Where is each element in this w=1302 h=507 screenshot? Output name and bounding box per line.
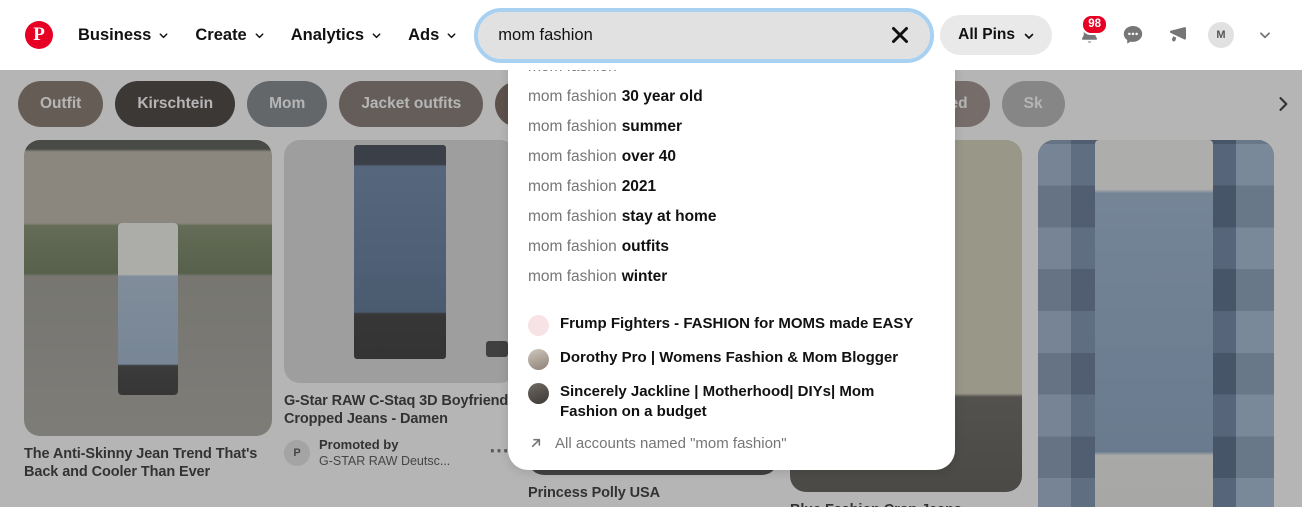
all-pins-dropdown[interactable]: All Pins	[940, 15, 1052, 55]
nav-label: Business	[78, 25, 152, 44]
pinterest-logo-icon[interactable]: P	[25, 21, 53, 49]
all-accounts-link[interactable]: All accounts named "mom fashion"	[508, 428, 955, 456]
suggestion-highlight: 2021	[621, 178, 657, 195]
divider	[508, 292, 955, 308]
avatar-frump-fighters	[528, 315, 549, 336]
nav-label: Create	[195, 25, 247, 44]
search-suggestion[interactable]: mom fashion 2021	[508, 172, 955, 202]
search-box[interactable]	[474, 7, 935, 63]
suggestion-highlight: summer	[621, 118, 682, 135]
search-suggestion[interactable]: mom fashion summer	[508, 112, 955, 142]
account-name: Dorothy Pro | Womens Fashion & Mom Blogg…	[560, 349, 899, 366]
avatar-sincerely-jackline	[528, 383, 549, 404]
suggestion-prefix: mom fashion	[528, 118, 617, 135]
suggestion-highlight: 30 year old	[621, 88, 703, 105]
megaphone-icon	[1169, 27, 1186, 42]
all-accounts-label: All accounts named "mom fashion"	[555, 434, 787, 452]
search-suggestion[interactable]: mom fashion over 40	[508, 142, 955, 172]
account-name: Frump Fighters - FASHION for MOMS made E…	[560, 315, 914, 332]
suggestion-prefix: mom fashion	[528, 88, 617, 105]
suggestion-highlight: outfits	[621, 238, 670, 255]
announcements-button[interactable]	[1156, 14, 1198, 56]
account-suggestion[interactable]: Dorothy Pro | Womens Fashion & Mom Blogg…	[508, 342, 955, 376]
nav-item-ads[interactable]: Ads	[395, 17, 470, 54]
search-input[interactable]	[498, 25, 889, 45]
nav-item-create[interactable]: Create	[182, 17, 277, 54]
messages-button[interactable]	[1112, 14, 1154, 56]
suggestion-highlight: winter	[621, 268, 668, 285]
pinterest-search-page: The Anti-Skinny Jean Trend That's Back a…	[0, 0, 1302, 507]
chevron-down-icon	[1023, 30, 1034, 41]
account-menu-button[interactable]	[1244, 14, 1286, 56]
suggestion-prefix: mom fashion	[528, 208, 617, 225]
notification-badge: 98	[1081, 14, 1108, 35]
suggestion-prefix: mom fashion	[528, 148, 617, 165]
chevron-down-icon	[371, 30, 382, 41]
top-navigation-bar: P Business Create Analytics Ads mom fash…	[0, 0, 1302, 70]
suggestion-highlight: stay at home	[621, 208, 717, 225]
chat-bubble-icon	[1123, 26, 1143, 44]
header-actions: All Pins 98 M	[940, 14, 1286, 56]
close-icon[interactable]	[888, 23, 912, 47]
account-name: Sincerely Jackline | Motherhood| DIYs| M…	[560, 383, 875, 420]
search-suggestion[interactable]: mom fashion winter	[508, 262, 955, 292]
logo-letter: P	[33, 24, 45, 45]
nav-item-analytics[interactable]: Analytics	[278, 17, 395, 54]
nav-label: Analytics	[290, 25, 365, 44]
search-suggestion[interactable]: mom fashion stay at home	[508, 202, 955, 232]
chevron-down-icon	[1260, 32, 1270, 39]
suggestion-prefix: mom fashion	[528, 178, 617, 195]
chevron-down-icon	[158, 30, 169, 41]
suggestion-prefix: mom fashion	[528, 238, 617, 255]
nav-label: Ads	[408, 25, 440, 44]
account-button[interactable]: M	[1200, 14, 1242, 56]
account-suggestion[interactable]: Sincerely Jackline | Motherhood| DIYs| M…	[508, 376, 955, 428]
nav-item-business[interactable]: Business	[65, 17, 182, 54]
chevron-down-icon	[254, 30, 265, 41]
search-suggestion[interactable]: mom fashion 30 year old	[508, 82, 955, 112]
account-suggestion[interactable]: Frump Fighters - FASHION for MOMS made E…	[508, 308, 955, 342]
notifications-button[interactable]: 98	[1068, 14, 1110, 56]
suggestion-prefix: mom fashion	[528, 268, 617, 285]
all-pins-label: All Pins	[958, 26, 1015, 43]
suggestion-highlight: over 40	[621, 148, 676, 165]
search-suggestion[interactable]: mom fashion outfits	[508, 232, 955, 262]
search-suggestions-dropdown: mom fashion mom fashion30 year old mom f…	[508, 8, 955, 470]
arrow-up-right-icon	[531, 439, 541, 448]
chevron-down-icon	[446, 30, 457, 41]
search-container	[474, 7, 935, 63]
avatar-dorothy-pro	[528, 349, 549, 370]
avatar: M	[1208, 22, 1234, 48]
